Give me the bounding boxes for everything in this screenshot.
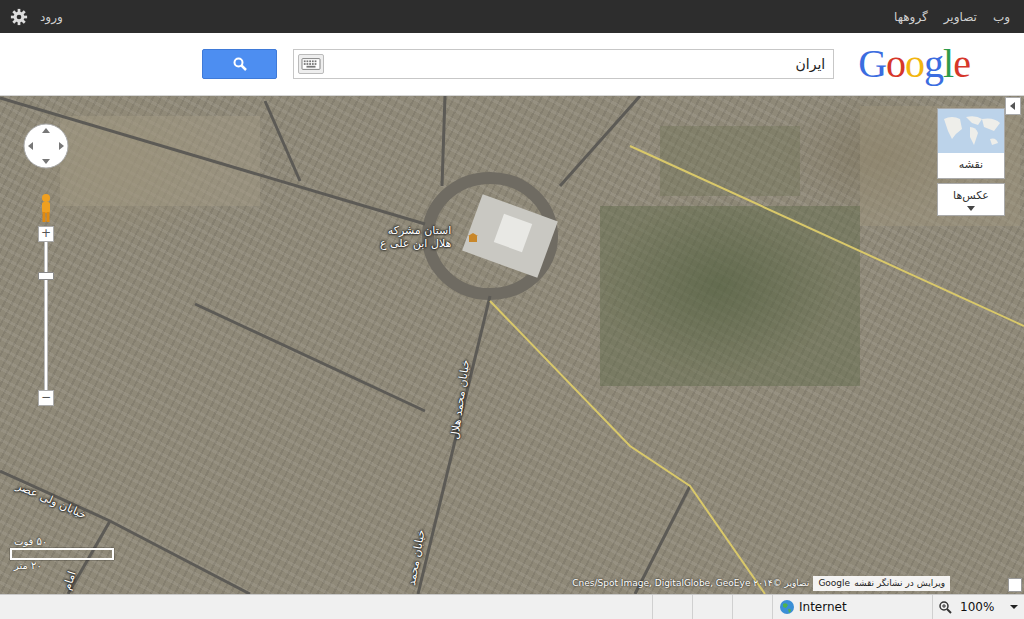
road-label: خیابان محمد هلال <box>448 359 472 440</box>
dropdown-caret-icon <box>967 206 975 211</box>
satellite-imagery <box>0 96 1024 594</box>
globe-icon <box>779 599 795 615</box>
zoom-out-button[interactable]: − <box>38 390 54 406</box>
magnifier-icon <box>233 57 247 71</box>
resize-icon[interactable] <box>1008 578 1022 592</box>
world-map-icon <box>938 109 1004 153</box>
search-field <box>293 49 834 79</box>
keyboard-icon[interactable] <box>298 54 324 74</box>
pegman-icon[interactable] <box>38 193 54 223</box>
zoom-handle[interactable] <box>38 272 54 280</box>
search-input[interactable] <box>293 49 834 79</box>
gear-icon[interactable] <box>10 8 28 26</box>
road-label: امام <box>60 569 78 591</box>
web-link[interactable]: وب <box>989 8 1014 26</box>
search-button[interactable] <box>202 49 277 79</box>
road-label: خیابان محمد <box>405 529 428 587</box>
zoom-level[interactable]: 100% <box>932 595 1024 619</box>
scale-bar: ۵۰ فوت ۲۰ متر <box>10 536 114 572</box>
search-row: Google <box>0 33 1024 96</box>
zoom-slider[interactable] <box>44 242 48 390</box>
zoom-icon <box>939 601 952 614</box>
images-link[interactable]: تصاویر <box>940 8 981 26</box>
panel-toggle[interactable] <box>1005 97 1021 115</box>
edit-link[interactable]: ویرایش در نشانگر نقشه Google <box>813 576 950 592</box>
sign-in-link[interactable]: ورود <box>36 8 67 26</box>
groups-link[interactable]: گروهها <box>890 8 932 26</box>
google-logo[interactable]: Google <box>858 44 970 84</box>
top-bar: وب تصاویر گروهها ورود <box>0 0 1024 33</box>
map-type-button[interactable]: نقشه <box>937 108 1005 179</box>
road-label: خیابان ولی عصر <box>15 479 89 521</box>
landmark-icon[interactable] <box>468 233 478 243</box>
place-label[interactable]: استان مشرکه هلال ابن علی ع <box>380 224 451 250</box>
status-bar: Internet 100% <box>0 594 1024 619</box>
security-zone: Internet <box>772 595 932 619</box>
pan-control[interactable] <box>22 122 70 170</box>
map-canvas[interactable]: استان مشرکه هلال ابن علی ع خیابان محمد ه… <box>0 96 1024 594</box>
attribution: تصاویر ©۲۰۱۴ Cnes/Spot Image, DigitalGlo… <box>568 576 950 592</box>
photos-button[interactable]: عکس‌ها <box>937 183 1005 217</box>
map-type-control: نقشه عکس‌ها <box>937 108 1005 216</box>
zoom-in-button[interactable]: + <box>38 226 54 242</box>
dropdown-caret-icon[interactable] <box>1010 605 1018 609</box>
